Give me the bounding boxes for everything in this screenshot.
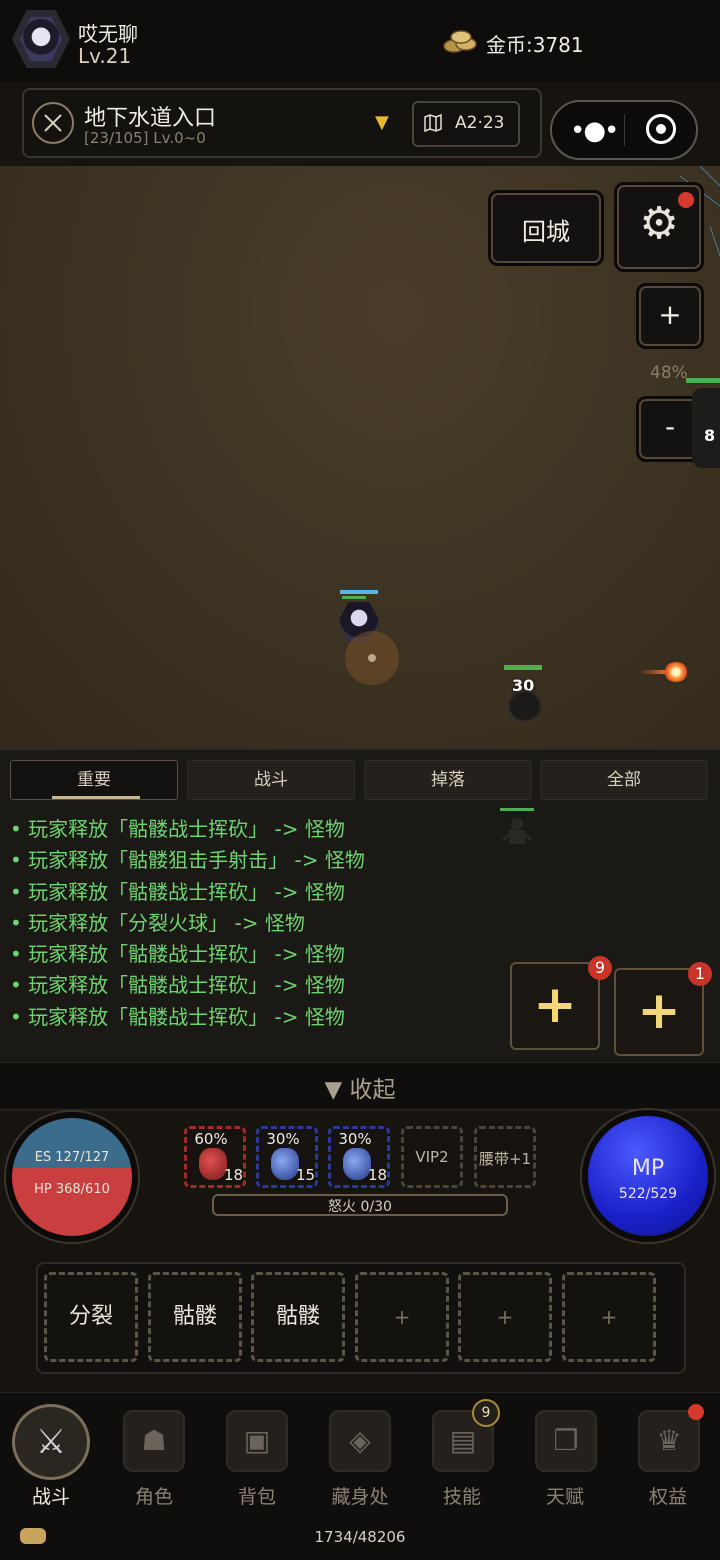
joystick-knob[interactable] xyxy=(368,654,376,662)
hp-orb xyxy=(6,1112,138,1242)
location-progress: [23/105] Lv.0~0 xyxy=(84,129,206,147)
crossed-swords-icon xyxy=(32,102,74,144)
notification-dot xyxy=(688,1404,704,1420)
log-line: • 玩家释放「骷髅战士挥砍」 -> 怪物 xyxy=(10,817,345,841)
potion-count: 18 xyxy=(368,1166,388,1184)
potion-percent: 30% xyxy=(338,1130,372,1148)
potion-count: 15 xyxy=(296,1166,316,1184)
tab-combat[interactable]: 战斗 xyxy=(187,760,355,800)
mp-value: 522/529 xyxy=(618,1186,678,1202)
chest-icon[interactable]: ▣ xyxy=(226,1410,288,1472)
skill-slot-5[interactable]: + xyxy=(458,1272,552,1362)
tab-important[interactable]: 重要 xyxy=(10,760,178,800)
log-line: • 玩家释放「分裂火球」 -> 怪物 xyxy=(10,911,305,935)
nav-hideout[interactable]: 藏身处 xyxy=(310,1482,410,1509)
potion-percent: 60% xyxy=(194,1130,228,1148)
helmet-icon[interactable]: ☗ xyxy=(123,1410,185,1472)
zoom-level: 48% xyxy=(650,363,688,383)
map-icon xyxy=(424,114,442,132)
skeleton-minion-icon xyxy=(500,808,534,844)
quick-slot-badge: 1 xyxy=(688,962,712,986)
nav-talents[interactable]: 天赋 xyxy=(515,1482,615,1509)
collapse-log-label: ▼ 收起 xyxy=(324,1077,396,1103)
player-level: Lv.21 xyxy=(78,44,132,68)
hp-value: HP 368/610 xyxy=(34,1182,110,1197)
experience-value: 1734/48206 xyxy=(314,1528,406,1546)
skill-slot-3[interactable]: 骷髅 xyxy=(251,1272,345,1362)
nav-skills[interactable]: 技能 xyxy=(412,1482,512,1509)
log-line: • 玩家释放「骷髅战士挥砍」 -> 怪物 xyxy=(10,942,345,966)
skill-slot-1[interactable]: 分裂 xyxy=(44,1272,138,1362)
enemy-level: 8 xyxy=(704,426,716,445)
potion-percent: 30% xyxy=(266,1130,300,1148)
active-tab-indicator xyxy=(52,796,140,799)
skill-slot-4[interactable]: + xyxy=(355,1272,449,1362)
hideout-icon[interactable]: ◈ xyxy=(329,1410,391,1472)
red-potion-icon xyxy=(199,1148,227,1180)
nav-inventory[interactable]: 背包 xyxy=(207,1482,307,1509)
plus-icon: + xyxy=(533,975,577,1035)
mp-label: MP xyxy=(631,1156,665,1181)
skill-slot-6[interactable]: + xyxy=(562,1272,656,1362)
energy-shield-value: ES 127/127 xyxy=(34,1150,110,1165)
gold-coin-icon xyxy=(443,30,477,53)
tab-drops[interactable]: 掉落 xyxy=(364,760,532,800)
rage-value: 怒火 0/30 xyxy=(328,1199,392,1215)
enemy-health-bar xyxy=(686,378,720,383)
log-line: • 玩家释放「骷髅战士挥砍」 -> 怪物 xyxy=(10,1005,345,1029)
dropdown-arrow-icon[interactable]: ▼ xyxy=(375,112,389,133)
log-line: • 玩家释放「骷髅狙击手射击」 -> 怪物 xyxy=(10,848,365,872)
crossed-swords-icon[interactable]: ⚔ xyxy=(12,1404,90,1480)
close-target-icon[interactable] xyxy=(646,114,676,144)
skills-badge: 9 xyxy=(472,1399,500,1427)
player-name: 哎无聊 xyxy=(78,22,138,46)
fireball-projectile xyxy=(664,662,688,682)
nav-character[interactable]: 角色 xyxy=(104,1482,204,1509)
zoom-in-label: + xyxy=(658,298,682,331)
belt-slot-label: 腰带+1 xyxy=(478,1150,532,1168)
enemy-health-bar xyxy=(504,665,542,670)
cards-icon[interactable]: ❐ xyxy=(535,1410,597,1472)
skill-slot-2[interactable]: 骷髅 xyxy=(148,1272,242,1362)
player-health-bar xyxy=(342,596,366,599)
return-town-label: 回城 xyxy=(522,218,570,246)
blue-potion-icon xyxy=(343,1148,371,1180)
map-code: A2·23 xyxy=(455,113,505,133)
potion-count: 18 xyxy=(224,1166,244,1184)
quick-slot-badge: 9 xyxy=(588,956,612,980)
crown-icon[interactable]: ♛ xyxy=(638,1410,700,1472)
player-shield-bar xyxy=(340,590,378,594)
vip-slot-label: VIP2 xyxy=(415,1148,449,1166)
nav-battle[interactable]: 战斗 xyxy=(1,1482,101,1509)
enemy-sprite[interactable] xyxy=(508,690,542,722)
tab-all[interactable]: 全部 xyxy=(540,760,708,800)
notification-dot xyxy=(678,192,694,208)
more-menu-icon[interactable]: •●• xyxy=(570,116,619,146)
log-line: • 玩家释放「骷髅战士挥砍」 -> 怪物 xyxy=(10,880,345,904)
gold-amount: 金币:3781 xyxy=(486,33,584,57)
location-name: 地下水道入口 xyxy=(84,106,217,131)
capsule-divider xyxy=(624,114,625,146)
nav-benefits[interactable]: 权益 xyxy=(618,1482,718,1509)
blue-potion-icon xyxy=(271,1148,299,1180)
log-line: • 玩家释放「骷髅战士挥砍」 -> 怪物 xyxy=(10,973,345,997)
